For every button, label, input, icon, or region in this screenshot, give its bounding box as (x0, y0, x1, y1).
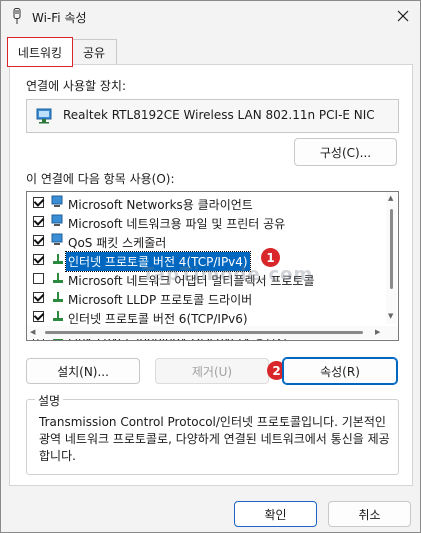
protocol-icon (53, 311, 63, 321)
list-item[interactable]: Microsoft 네트워크용 파일 및 프린터 공유 (27, 212, 379, 231)
uninstall-button[interactable]: 제거(U) (155, 358, 269, 384)
item-checkbox[interactable] (33, 292, 44, 303)
scroll-down-icon[interactable]: ▼ (388, 312, 393, 320)
device-name: Realtek RTL8192CE Wireless LAN 802.11n P… (63, 108, 375, 122)
network-client-icon (51, 195, 63, 207)
list-item[interactable]: Microsoft Networks용 클라이언트 (27, 193, 379, 212)
item-label: Microsoft LLDP 프로토콜 드라이버 (68, 293, 253, 307)
network-card-icon (36, 108, 52, 124)
component-list[interactable]: Microsoft Networks용 클라이언트 Microsoft 네트워크… (26, 191, 399, 341)
network-adapter-icon (13, 8, 21, 24)
scroll-right-icon[interactable]: ▶ (375, 328, 380, 336)
list-item[interactable]: Microsoft LLDP 프로토콜 드라이버 (27, 288, 379, 307)
scroll-left-icon[interactable]: ◀ (30, 328, 35, 336)
items-label: 이 연결에 다음 항목 사용(O): (26, 172, 175, 186)
close-icon (397, 10, 409, 22)
cancel-button[interactable]: 취소 (328, 501, 411, 527)
title-bar: Wi-Fi 속성 (1, 1, 420, 33)
horizontal-scrollbar[interactable]: ◀ ▶ (27, 326, 398, 339)
list-item[interactable]: Microsoft 네트워크 어댑터 멀티플렉서 프로토콜 (27, 269, 379, 288)
scroll-up-icon[interactable]: ▲ (388, 194, 393, 202)
description-group: 설명 Transmission Control Protocol/인터넷 프로토… (26, 392, 399, 475)
item-checkbox[interactable] (33, 235, 44, 246)
network-share-icon (51, 214, 63, 226)
item-checkbox[interactable] (33, 216, 44, 227)
close-button[interactable] (388, 3, 418, 29)
protocol-icon (53, 273, 63, 283)
item-label: Microsoft Networks용 클라이언트 (68, 198, 253, 212)
properties-button[interactable]: 속성(R) (282, 357, 398, 385)
protocol-icon (53, 254, 63, 264)
tab-sharing[interactable]: 공유 (71, 39, 117, 64)
tab-panel: 연결에 사용할 장치: Realtek RTL8192CE Wireless L… (9, 64, 413, 486)
wifi-properties-dialog: Wi-Fi 속성 공유 네트워킹 연결에 사용할 장치: Realtek RTL… (0, 0, 421, 533)
vertical-scrollbar[interactable]: ▲ ▼ (386, 192, 397, 324)
list-item[interactable]: QoS 패킷 스케줄러 (27, 231, 379, 250)
description-title: 설명 (35, 392, 64, 409)
list-item[interactable]: 인터넷 프로토콜 버전 6(TCP/IPv6) (27, 307, 379, 326)
network-service-icon (51, 233, 63, 245)
connect-using-label: 연결에 사용할 장치: (26, 79, 126, 93)
window-title: Wi-Fi 속성 (32, 11, 87, 25)
annotation-badge-1: 1 (261, 248, 280, 267)
configure-button[interactable]: 구성(C)... (294, 138, 397, 166)
item-label: Microsoft 네트워크 어댑터 멀티플렉서 프로토콜 (68, 274, 315, 288)
item-checkbox[interactable] (33, 273, 44, 284)
horizontal-scroll-thumb[interactable] (45, 331, 363, 334)
item-label: Microsoft 네트워크용 파일 및 프린터 공유 (68, 217, 286, 231)
device-field: Realtek RTL8192CE Wireless LAN 802.11n P… (26, 99, 399, 133)
tab-networking[interactable]: 네트워킹 (7, 37, 73, 67)
item-label: QoS 패킷 스케줄러 (68, 236, 167, 250)
list-item-selected[interactable]: 인터넷 프로토콜 버전 4(TCP/IPv4) (27, 250, 379, 272)
install-button[interactable]: 설치(N)... (26, 358, 140, 384)
item-checkbox[interactable] (33, 311, 44, 322)
description-text: Transmission Control Protocol/인터넷 프로토콜입니… (39, 415, 390, 463)
item-checkbox[interactable] (33, 254, 44, 265)
item-checkbox[interactable] (33, 197, 44, 208)
item-label: 인터넷 프로토콜 버전 6(TCP/IPv6) (68, 312, 248, 326)
vertical-scroll-thumb[interactable] (390, 209, 393, 289)
ok-button[interactable]: 확인 (234, 501, 317, 527)
protocol-icon (53, 292, 63, 302)
